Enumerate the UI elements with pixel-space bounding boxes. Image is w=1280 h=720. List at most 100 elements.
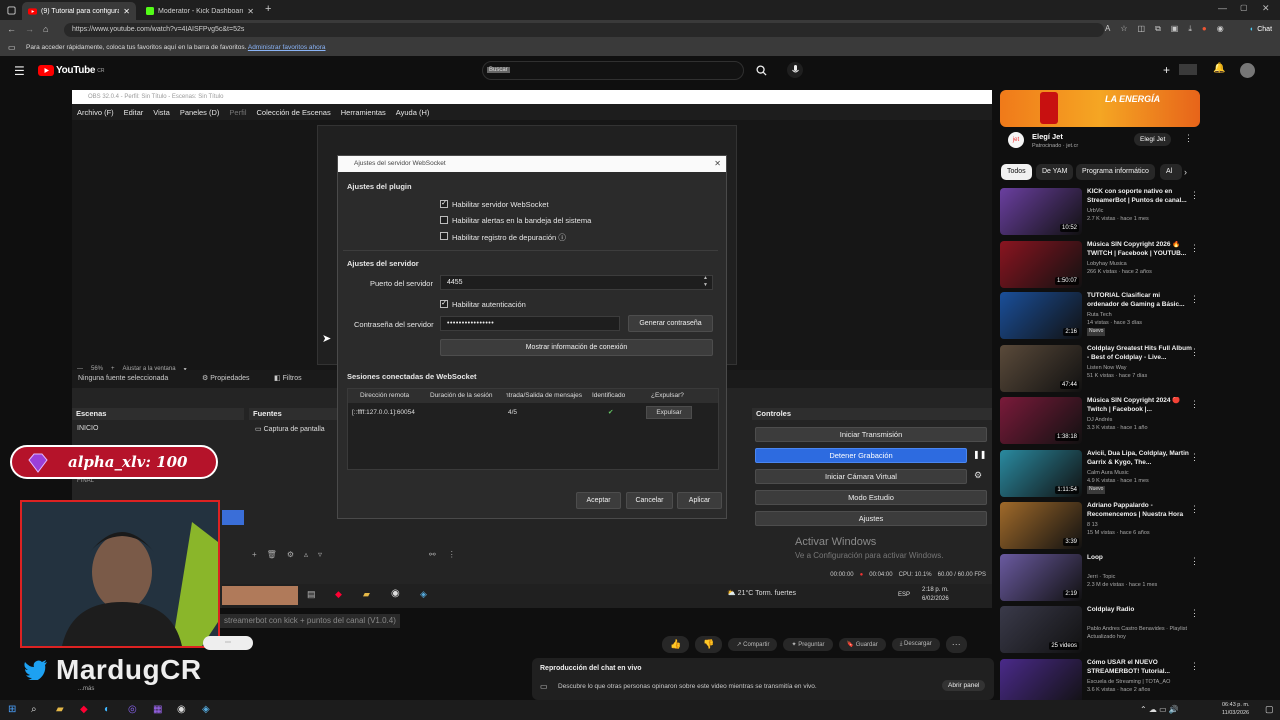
brave-browser-icon[interactable]: ◆ bbox=[80, 704, 88, 715]
studio-mode-button[interactable]: Modo Estudio bbox=[755, 490, 987, 505]
video-thumbnail[interactable] bbox=[1000, 659, 1082, 706]
remove-source-icon[interactable]: 🗑 bbox=[267, 550, 277, 559]
chip-from-channel[interactable]: De YAM bbox=[1036, 164, 1074, 180]
more-vert-icon[interactable]: ⋮ bbox=[1190, 190, 1199, 201]
list-item[interactable]: 1:50:07 Música SIN Copyright 2026 🔥 TWITC… bbox=[1000, 241, 1205, 291]
source-settings-icon[interactable]: ⚙ bbox=[287, 550, 294, 559]
ad-banner[interactable]: LA ENERGÍA bbox=[1000, 90, 1200, 127]
obs-menu-file[interactable]: Archivo (F) bbox=[77, 108, 114, 117]
like-icon[interactable]: 👍 bbox=[662, 635, 690, 653]
channel-name[interactable]: Lobyhay Musica bbox=[1087, 261, 1197, 269]
save-button[interactable]: 🔖 Guardar bbox=[838, 637, 886, 651]
video-thumbnail[interactable]: 10:52 bbox=[1000, 188, 1082, 235]
properties-button[interactable]: ⚙ Propiedades bbox=[202, 370, 250, 388]
download-button[interactable]: ⤓ Descargar bbox=[891, 637, 940, 651]
channel-name[interactable]: Listen Now Way bbox=[1087, 365, 1197, 373]
notifications-bell-icon[interactable]: 🔔 bbox=[1213, 63, 1225, 74]
tab-actions-icon[interactable] bbox=[6, 5, 16, 15]
youtube-logo[interactable]: YouTube CR bbox=[38, 65, 104, 76]
more-vert-icon[interactable]: ⋮ bbox=[1190, 243, 1199, 254]
more-vert-icon[interactable]: ⋮ bbox=[1190, 399, 1199, 410]
list-item[interactable]: 25 videos Coldplay Radio Pablo Andres Cast… bbox=[1000, 606, 1205, 656]
subscribe-button[interactable]: ⋯ bbox=[203, 636, 253, 650]
more-vert-icon[interactable]: ⋮ bbox=[1190, 556, 1199, 567]
tab-kick[interactable]: Moderator - Kick Dashboard ✕ bbox=[140, 2, 260, 20]
app-grid-icon[interactable]: ▦ bbox=[153, 704, 162, 715]
start-virtual-camera-button[interactable]: Iniciar Cámara Virtual bbox=[755, 469, 967, 484]
new-tab-icon[interactable]: + bbox=[265, 3, 271, 15]
video-title[interactable]: Música SIN Copyright 2026 🔥 TWITCH | Fac… bbox=[1087, 241, 1193, 258]
list-item[interactable]: 10:52 KICK con soporte nativo en Streamer… bbox=[1000, 188, 1205, 238]
home-icon[interactable]: ⌂ bbox=[43, 24, 48, 34]
video-thumbnail[interactable]: 2:19 bbox=[1000, 554, 1082, 601]
chip-software[interactable]: Programa informático bbox=[1076, 164, 1155, 180]
video-thumbnail[interactable]: 1:11:54 bbox=[1000, 450, 1082, 497]
channel-name[interactable]: Pablo Andres Castro Benavides · Playlist bbox=[1087, 626, 1197, 634]
more-vert-icon[interactable]: ⋮ bbox=[1190, 294, 1199, 305]
copilot-chat-button[interactable]: ◐ Chat bbox=[1244, 23, 1278, 37]
close-icon[interactable]: ✕ bbox=[714, 156, 721, 172]
search-icon[interactable] bbox=[746, 61, 776, 80]
more-vert-icon[interactable]: ⋮ bbox=[1190, 452, 1199, 463]
hamburger-menu-icon[interactable]: ☰ bbox=[14, 64, 25, 78]
list-item[interactable]: 1:11:54 Avicii, Dua Lipa, Coldplay, Marti… bbox=[1000, 450, 1205, 500]
more-actions-icon[interactable]: ⋯ bbox=[945, 635, 967, 653]
filters-button[interactable]: ◧ Filtros bbox=[274, 370, 302, 388]
tray-icons[interactable]: ⌃ ☁ ▭ 🔊 bbox=[1140, 705, 1179, 714]
streamerbot-taskbar-icon[interactable]: ◈ bbox=[202, 704, 210, 715]
more-vert-icon[interactable]: ⋮ bbox=[1190, 347, 1199, 358]
settings-button[interactable]: Ajustes bbox=[755, 511, 987, 526]
chevron-right-icon[interactable]: › bbox=[1184, 167, 1187, 177]
cancel-button[interactable]: Cancelar bbox=[626, 492, 673, 509]
close-window-icon[interactable]: ✕ bbox=[1262, 3, 1270, 14]
video-thumbnail[interactable]: 25 videos bbox=[1000, 606, 1082, 653]
start-streaming-button[interactable]: Iniciar Transmisión bbox=[755, 427, 987, 442]
enable-debug-checkbox[interactable] bbox=[440, 232, 448, 240]
read-aloud-icon[interactable]: A bbox=[1105, 24, 1110, 34]
list-item[interactable]: 3:39 Adriano Pappalardo - Recomencemos | … bbox=[1000, 502, 1205, 552]
chip-more[interactable]: Al bbox=[1160, 164, 1182, 180]
move-down-icon[interactable]: ▿ bbox=[318, 550, 322, 559]
port-spinbox[interactable]: 4455 ▲ ▼ bbox=[440, 275, 713, 290]
video-title[interactable]: Música SIN Copyright 2024 🔴 Twitch | Fac… bbox=[1087, 397, 1193, 414]
create-plus-icon[interactable]: + bbox=[1163, 63, 1170, 77]
accept-button[interactable]: Aceptar bbox=[576, 492, 621, 509]
obs-menu-help[interactable]: Ayuda (H) bbox=[396, 108, 430, 117]
video-title[interactable]: Avicii, Dua Lipa, Coldplay, Martin Garri… bbox=[1087, 450, 1193, 467]
move-up-icon[interactable]: ▵ bbox=[304, 550, 308, 559]
ad-cta-button[interactable]: Elegí Jet bbox=[1134, 133, 1172, 146]
file-explorer-icon[interactable]: ▰ bbox=[56, 704, 64, 715]
youtube-search-box[interactable]: Buscar bbox=[482, 61, 744, 80]
obs-taskbar-icon[interactable]: ◉ bbox=[177, 704, 186, 715]
address-bar[interactable]: https://www.youtube.com/watch?v=4IAISFPv… bbox=[64, 23, 1104, 37]
apply-button[interactable]: Aplicar bbox=[677, 492, 722, 509]
split-screen-icon[interactable]: ◫ bbox=[1138, 24, 1146, 34]
video-title[interactable]: KICK con soporte nativo en StreamerBot |… bbox=[1087, 188, 1193, 205]
more-vert-icon[interactable]: ⋮ bbox=[1184, 133, 1193, 144]
favorite-star-icon[interactable]: ☆ bbox=[1120, 24, 1127, 34]
more-vert-icon[interactable]: ⋮ bbox=[1190, 661, 1199, 672]
share-button[interactable]: ↗ Compartir bbox=[728, 637, 778, 651]
list-item[interactable]: 2:16 TUTORIAL Clasificar mi ordenador de … bbox=[1000, 292, 1205, 342]
download-icon[interactable]: ⤓ bbox=[1188, 24, 1192, 34]
windows-start-icon[interactable]: ⊞ bbox=[8, 704, 16, 715]
discord-icon[interactable]: ◎ bbox=[128, 704, 137, 715]
extensions-icon[interactable]: ⧉ bbox=[1155, 24, 1161, 34]
video-thumbnail[interactable]: 2:16 bbox=[1000, 292, 1082, 339]
collections-icon[interactable]: ▣ bbox=[1171, 24, 1179, 34]
video-title[interactable]: Cómo USAR el NUEVO STREAMERBOT! Tutorial… bbox=[1087, 659, 1193, 676]
video-thumbnail[interactable]: 1:50:07 bbox=[1000, 241, 1082, 288]
video-title[interactable]: Coldplay Radio bbox=[1087, 606, 1193, 615]
obs-menu-scene-collection[interactable]: Colección de Escenas bbox=[257, 108, 331, 117]
mixer-more-icon[interactable]: ⋮ bbox=[448, 550, 456, 559]
video-thumbnail[interactable]: 47:44 bbox=[1000, 345, 1082, 392]
stop-recording-button[interactable]: Detener Grabación bbox=[755, 448, 967, 463]
video-title[interactable]: Loop bbox=[1087, 554, 1193, 563]
taskbar-search-icon[interactable]: ⌕ bbox=[31, 704, 37, 715]
extension-badge-icon[interactable]: ● bbox=[1202, 24, 1207, 34]
obs-menu-docks[interactable]: Paneles (D) bbox=[180, 108, 220, 117]
more-vert-icon[interactable]: ⋮ bbox=[1190, 504, 1199, 515]
edge-browser-icon[interactable]: ◐ bbox=[104, 704, 110, 715]
tab-youtube[interactable]: (9) Tutorial para configurar streamerbot… bbox=[22, 2, 136, 20]
pause-recording-icon[interactable]: ❚❚ bbox=[973, 450, 986, 459]
